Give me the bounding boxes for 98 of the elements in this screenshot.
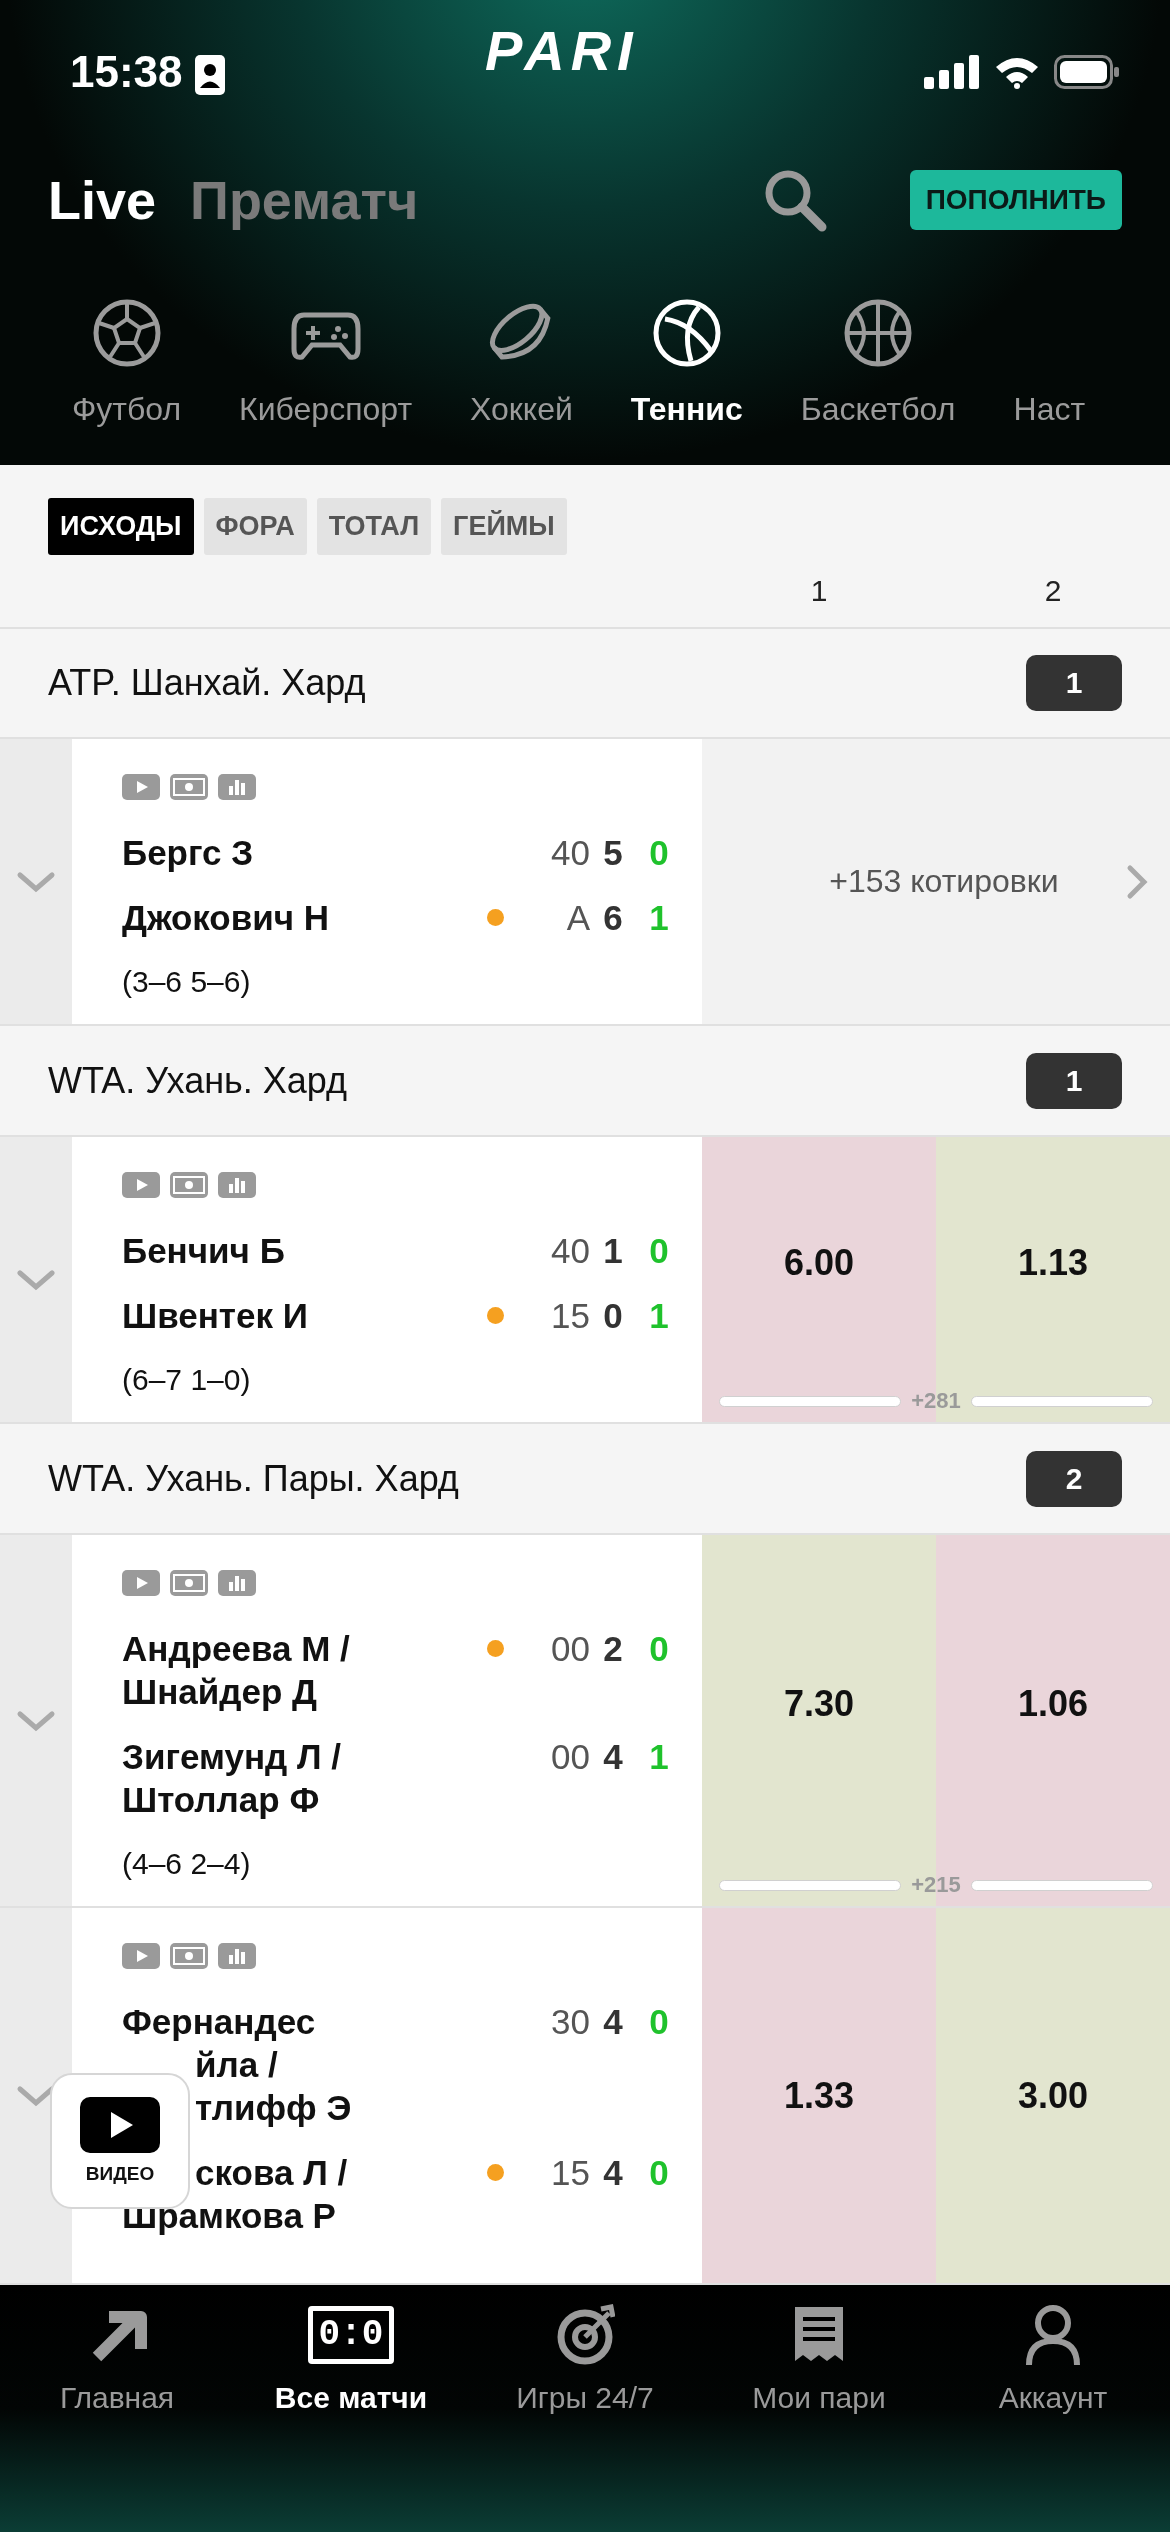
field-icon (170, 1570, 208, 1596)
points-score: 15 (550, 2152, 590, 2194)
stats-icon (218, 1943, 256, 1969)
video-icon (122, 1943, 160, 1969)
set-scores: (4–6 2–4) (122, 1846, 252, 1882)
tournament-title: WTA. Ухань. Хард (48, 1059, 348, 1102)
odds-button[interactable]: 3.00 (936, 1908, 1170, 2283)
player-name: Андреева М / Шнайдер Д (122, 1628, 351, 1713)
match-card[interactable]: Бергс З 40 5 0 Джокович Н A 6 1 (3–6 5–6) (72, 739, 702, 1025)
field-icon (170, 1172, 208, 1199)
tournament-title: WTA. Ухань. Пары. Хард (48, 1457, 459, 1500)
contact-card-icon (194, 55, 225, 95)
sport-tab[interactable]: Киберспорт (239, 391, 413, 428)
video-icon (122, 1172, 160, 1199)
stats-icon (218, 1570, 256, 1596)
sets-score: 1 (648, 1736, 670, 1778)
odds-button[interactable]: 6.00 (702, 1137, 936, 1389)
player-name: Швентек И (122, 1295, 309, 1338)
set-scores: (6–7 1–0) (122, 1362, 252, 1399)
points-score: A (565, 897, 590, 940)
mode-tab[interactable]: Live (48, 169, 157, 231)
points-score: 30 (550, 2001, 590, 2043)
player-name: йла / (194, 2044, 279, 2086)
market-tab[interactable]: ИСХОДЫ (48, 498, 194, 555)
wifi-icon (994, 55, 1040, 89)
mode-tab[interactable]: Прематч (190, 169, 419, 231)
tournament-title: ATP. Шанхай. Хард (48, 662, 366, 704)
games-score: 4 (602, 1736, 624, 1778)
games-score: 0 (602, 1295, 624, 1338)
market-tab[interactable]: ФОРА (203, 498, 307, 555)
games-score: 1 (602, 1230, 624, 1273)
player-name: тлифф Э (194, 2087, 353, 2129)
points-score: 00 (550, 1736, 590, 1778)
battery-icon (1054, 55, 1120, 89)
points-score: 15 (550, 1295, 590, 1338)
sets-score: 1 (648, 1295, 670, 1338)
signal-icon (924, 55, 980, 89)
sets-score: 1 (648, 897, 670, 940)
video-icon (122, 774, 160, 801)
extra-markets-count: +281 (911, 1388, 961, 1415)
sets-score: 0 (648, 832, 670, 875)
player-name: Бергс З (122, 832, 255, 875)
games-score: 4 (602, 2152, 624, 2194)
sport-tab[interactable]: Теннис (630, 391, 743, 428)
stats-icon (218, 774, 256, 801)
points-score: 40 (550, 832, 590, 875)
video-button[interactable]: ВИДЕО (50, 2073, 190, 2209)
market-tab[interactable]: ТОТАЛ (316, 498, 432, 555)
market-tab[interactable]: ГЕЙМЫ (441, 498, 567, 555)
odds-button[interactable]: 1.13 (936, 1137, 1170, 1389)
sport-tab[interactable]: Хоккей (470, 391, 573, 428)
nav-tab[interactable]: Игры 24/7 (468, 2303, 702, 2532)
set-scores: (3–6 5–6) (122, 964, 252, 1001)
sets-score: 0 (648, 2001, 670, 2043)
player-name: Зигемунд Л / Штоллар Ф (122, 1736, 342, 1821)
play-icon (80, 2097, 160, 2153)
match-count-badge: 1 (1026, 655, 1122, 711)
column-header: 2 (1044, 573, 1062, 608)
match-count-badge: 1 (1026, 1052, 1122, 1109)
stats-icon (218, 1172, 256, 1199)
sport-tab[interactable]: Футбол (72, 391, 182, 428)
points-score: 00 (550, 1628, 590, 1670)
sets-score: 0 (648, 1230, 670, 1273)
games-score: 6 (602, 897, 624, 940)
extra-markets-count: +215 (911, 1872, 961, 1898)
column-header: 1 (810, 573, 828, 608)
chevron-right-icon (1126, 863, 1148, 900)
player-name: Бенчич Б (122, 1230, 286, 1273)
match-card[interactable]: Андреева М / Шнайдер Д 00 2 0 Зигемунд Л / Штоллар Ф 00 4 1 (4–6 2–4) (72, 1535, 702, 1906)
nav-tab[interactable]: Мои пари (702, 2303, 936, 2532)
nav-tab[interactable]: Аккаунт (936, 2303, 1170, 2532)
games-score: 4 (602, 2001, 624, 2043)
match-count-badge: 2 (1026, 1450, 1122, 1507)
odds-button[interactable]: 7.30 (702, 1535, 936, 1872)
video-icon (122, 1570, 160, 1596)
target-icon (555, 2303, 615, 2367)
nav-tab[interactable]: Главная (0, 2303, 234, 2532)
nav-tab[interactable]: 0:0 Все матчи (234, 2303, 468, 2532)
field-icon (170, 1943, 208, 1969)
field-icon (170, 774, 208, 801)
more-markets-text: +153 котировки (828, 863, 1060, 901)
games-score: 5 (602, 832, 624, 875)
player-name: Фернандес (122, 2001, 317, 2043)
status-time: 15:38 (70, 47, 183, 97)
sets-score: 0 (648, 2152, 670, 2194)
points-score: 40 (550, 1230, 590, 1273)
odds-button[interactable]: 1.33 (702, 1908, 936, 2283)
match-card[interactable]: Бенчич Б 40 1 0 Швентек И 15 0 1 (6–7 1–0) (72, 1137, 702, 1423)
deposit-button[interactable]: ПОПОЛНИТЬ (909, 170, 1122, 230)
player-name: Джокович Н (122, 897, 331, 940)
sport-tab[interactable]: Баскетбол (800, 391, 956, 428)
person-icon (1023, 2303, 1083, 2367)
odds-button[interactable]: 1.06 (936, 1535, 1170, 1872)
logo: PARI (485, 18, 639, 83)
sets-score: 0 (648, 1628, 670, 1670)
scoreboard-icon: 0:0 (307, 2306, 395, 2364)
sport-tab[interactable]: Наст (1013, 391, 1086, 428)
games-score: 2 (602, 1628, 624, 1670)
